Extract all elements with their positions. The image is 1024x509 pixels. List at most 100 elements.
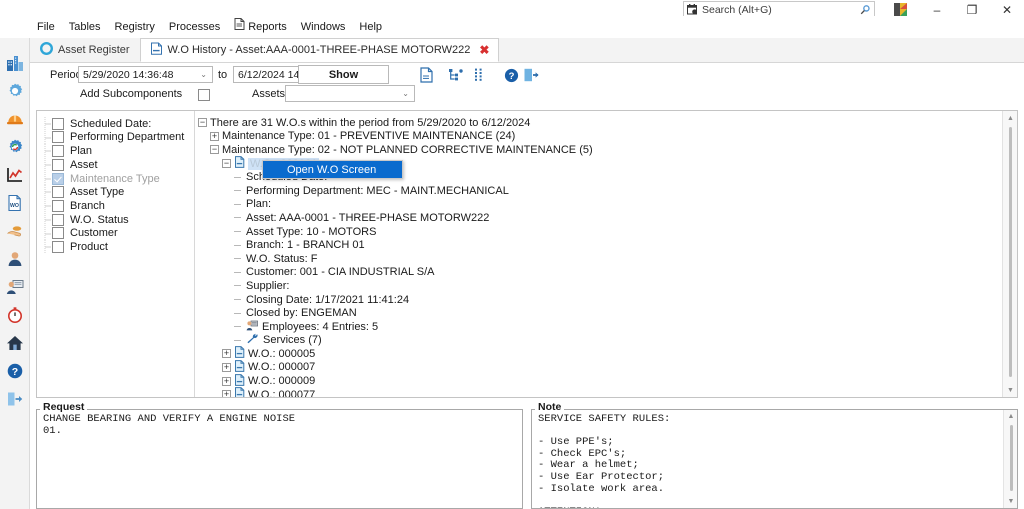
columns-icon[interactable] bbox=[468, 64, 490, 86]
export-document-icon[interactable] bbox=[415, 64, 437, 86]
close-icon[interactable]: ✖ bbox=[479, 43, 489, 57]
tree-leaf-supplier[interactable]: Supplier: bbox=[198, 279, 1017, 293]
checkbox[interactable] bbox=[52, 158, 64, 171]
checkbox[interactable] bbox=[52, 186, 64, 199]
checkbox[interactable] bbox=[52, 199, 64, 212]
menu-item-file[interactable]: File bbox=[30, 16, 62, 38]
expand-icon[interactable]: + bbox=[222, 376, 231, 386]
tree-leaf-customer[interactable]: Customer: 001 - CIA INDUSTRIAL S/A bbox=[198, 266, 1017, 280]
checkbox[interactable] bbox=[52, 240, 64, 253]
chart-trend-icon[interactable] bbox=[4, 164, 26, 186]
menu-item-reports[interactable]: Reports bbox=[227, 16, 294, 38]
checkbox-row-plan[interactable]: Plan bbox=[42, 144, 194, 159]
employees-icon bbox=[246, 320, 258, 334]
home-icon[interactable] bbox=[4, 332, 26, 354]
tree-leaf-employees[interactable]: Employees: 4 Entries: 5 bbox=[198, 320, 1017, 334]
tree-line bbox=[234, 322, 243, 331]
checkbox-row-branch[interactable]: Branch bbox=[42, 199, 194, 214]
gear-icon[interactable] bbox=[4, 80, 26, 102]
menu-item-processes[interactable]: Processes bbox=[162, 16, 227, 38]
tree-leaf-asset[interactable]: Asset: AAA-0001 - THREE-PHASE MOTORW222 bbox=[198, 211, 1017, 225]
scroll-down-arrow-icon[interactable]: ▼ bbox=[1004, 495, 1017, 508]
scroll-up-arrow-icon[interactable]: ▲ bbox=[1004, 410, 1017, 423]
gear-refresh-icon[interactable] bbox=[4, 136, 26, 158]
context-menu-item-open-wo-screen[interactable]: Open W.O Screen bbox=[263, 161, 402, 178]
magnifier-icon[interactable] bbox=[859, 4, 871, 16]
show-button[interactable]: Show bbox=[298, 65, 389, 84]
hand-hold-icon[interactable] bbox=[4, 220, 26, 242]
menu-item-windows[interactable]: Windows bbox=[294, 16, 353, 38]
checkbox-row-product[interactable]: Product bbox=[42, 240, 194, 255]
tree-leaf-performing-department[interactable]: Performing Department: MEC - MAINT.MECHA… bbox=[198, 184, 1017, 198]
scroll-up-arrow-icon[interactable]: ▲ bbox=[1003, 111, 1017, 125]
checkbox-row-asset-type[interactable]: Asset Type bbox=[42, 185, 194, 200]
menu-item-tables[interactable]: Tables bbox=[62, 16, 108, 38]
tree-node-wo-000005[interactable]: + W.O.: 000005 bbox=[198, 346, 1017, 361]
scroll-down-arrow-icon[interactable]: ▼ bbox=[1003, 383, 1017, 397]
tab-asset-register[interactable]: Asset Register bbox=[30, 38, 140, 62]
help-circle-icon[interactable]: ? bbox=[500, 64, 522, 86]
checkbox[interactable] bbox=[52, 131, 64, 144]
period-from-input[interactable]: 5/29/2020 14:36:48 ⌄ bbox=[78, 66, 213, 83]
collapse-icon[interactable]: − bbox=[210, 145, 219, 155]
collapse-icon[interactable]: − bbox=[198, 118, 207, 128]
stopwatch-icon[interactable] bbox=[4, 304, 26, 326]
expand-icon[interactable]: + bbox=[222, 349, 231, 359]
note-vertical-scrollbar[interactable]: ▲ ▼ bbox=[1003, 410, 1017, 508]
tree-leaf-wo-status[interactable]: W.O. Status: F bbox=[198, 252, 1017, 266]
theme-color-icon[interactable] bbox=[893, 2, 909, 17]
tree-structure-icon[interactable] bbox=[445, 64, 467, 86]
checkbox[interactable] bbox=[52, 117, 64, 130]
checkbox[interactable] bbox=[52, 145, 64, 158]
tab-asset-register-label: Asset Register bbox=[58, 44, 130, 56]
user-icon[interactable] bbox=[4, 248, 26, 270]
presenter-icon[interactable] bbox=[4, 276, 26, 298]
wo-doc-icon bbox=[234, 156, 245, 171]
work-order-icon[interactable]: WO bbox=[4, 192, 26, 214]
buildings-icon[interactable] bbox=[4, 52, 26, 74]
exit-icon[interactable] bbox=[520, 64, 542, 86]
chevron-down-icon[interactable]: ⌄ bbox=[399, 89, 412, 98]
tree-node-wo-000007[interactable]: + W.O.: 000007 bbox=[198, 360, 1017, 375]
expand-icon[interactable]: + bbox=[222, 362, 231, 372]
collapse-icon[interactable]: − bbox=[222, 159, 231, 169]
tree-leaf-closed-by[interactable]: Closed by: ENGEMAN bbox=[198, 306, 1017, 320]
request-textarea[interactable]: CHANGE BEARING AND VERIFY A ENGINE NOISE… bbox=[36, 409, 523, 509]
menu-item-registry[interactable]: Registry bbox=[108, 16, 162, 38]
scrollbar-thumb[interactable] bbox=[1009, 127, 1012, 377]
tree-leaf-closing-date[interactable]: Closing Date: 1/17/2021 11:41:24 bbox=[198, 293, 1017, 307]
checkbox-row-asset[interactable]: Asset bbox=[42, 158, 194, 173]
chevron-down-icon[interactable]: ⌄ bbox=[197, 70, 210, 79]
tree-node-maintenance-type-02[interactable]: − Maintenance Type: 02 - NOT PLANNED COR… bbox=[198, 143, 1017, 157]
add-subcomponents-checkbox[interactable] bbox=[198, 89, 210, 101]
tree-leaf-plan[interactable]: Plan: bbox=[198, 198, 1017, 212]
checkbox[interactable] bbox=[52, 213, 64, 226]
note-textarea[interactable]: SERVICE SAFETY RULES: - Use PPE's; - Che… bbox=[531, 409, 1018, 509]
tree-node-wo-000009[interactable]: + W.O.: 000009 bbox=[198, 373, 1017, 388]
tree-vertical-scrollbar[interactable]: ▲ ▼ bbox=[1002, 111, 1017, 397]
tab-wo-history[interactable]: W.O History - Asset:AAA-0001-THREE-PHASE… bbox=[139, 38, 500, 62]
help-icon[interactable]: ? bbox=[4, 360, 26, 382]
tree-leaf-services[interactable]: Services (7) bbox=[198, 334, 1017, 348]
scrollbar-thumb[interactable] bbox=[1009, 425, 1013, 491]
expand-icon[interactable]: + bbox=[210, 131, 219, 141]
menu-item-help[interactable]: Help bbox=[352, 16, 389, 38]
tree-node-maintenance-type-01[interactable]: + Maintenance Type: 01 - PREVENTIVE MAIN… bbox=[198, 130, 1017, 144]
checkbox-row-wo-status[interactable]: W.O. Status bbox=[42, 212, 194, 227]
tree-root-node[interactable]: − There are 31 W.O.s within the period f… bbox=[198, 116, 1017, 130]
helmet-icon[interactable] bbox=[4, 108, 26, 130]
checkbox-checked[interactable] bbox=[52, 172, 64, 185]
tree-node-wo-000077[interactable]: + W.O.: 000077 bbox=[198, 387, 1017, 397]
checkbox-row-maintenance-type[interactable]: Maintenance Type bbox=[42, 171, 194, 186]
checkbox-row-performing-department[interactable]: Performing Department bbox=[42, 130, 194, 145]
tree-leaf-branch[interactable]: Branch: 1 - BRANCH 01 bbox=[198, 238, 1017, 252]
tree-leaf-asset-type[interactable]: Asset Type: 10 - MOTORS bbox=[198, 225, 1017, 239]
checkbox-row-scheduled-date[interactable]: Scheduled Date: bbox=[42, 117, 194, 131]
expand-icon[interactable]: + bbox=[222, 390, 231, 397]
context-menu[interactable]: Open W.O Screen bbox=[262, 160, 403, 179]
logout-icon[interactable] bbox=[4, 388, 26, 410]
checkbox[interactable] bbox=[52, 227, 64, 240]
checkbox-row-customer[interactable]: Customer bbox=[42, 226, 194, 241]
assets-from-select[interactable]: ⌄ bbox=[285, 85, 415, 102]
wo-tree-panel[interactable]: − There are 31 W.O.s within the period f… bbox=[195, 111, 1017, 397]
